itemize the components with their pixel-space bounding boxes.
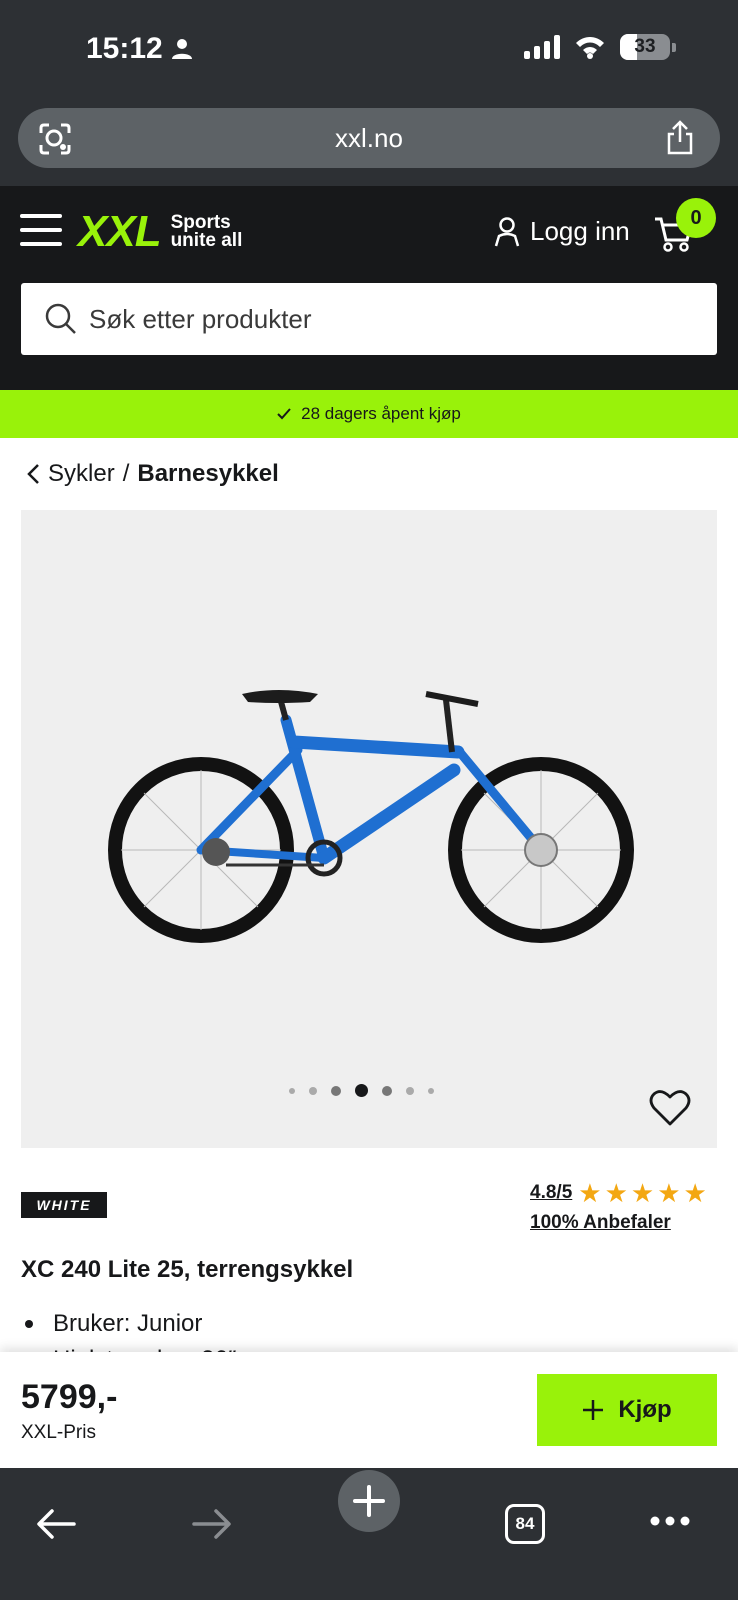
url-text: xxl.no: [335, 122, 403, 153]
brand-logo[interactable]: WHITE: [21, 1192, 107, 1218]
cellular-signal-icon: [524, 35, 560, 59]
arrow-right-icon: [192, 1509, 231, 1539]
status-time: 15:12: [86, 32, 193, 66]
wifi-icon: [576, 37, 604, 59]
product-image-gallery[interactable]: [21, 510, 717, 1148]
site-header: XXL Sports unite all Logg inn 0 Søk ette…: [0, 186, 738, 390]
price: 5799,-: [21, 1378, 118, 1416]
search-input[interactable]: Søk etter produkter: [21, 283, 717, 355]
gallery-pagination[interactable]: [289, 1084, 434, 1097]
url-bar[interactable]: xxl.no: [18, 108, 720, 168]
gallery-dot[interactable]: [382, 1085, 392, 1096]
new-tab-button[interactable]: [338, 1470, 400, 1532]
login-button[interactable]: Logg inn: [494, 216, 630, 247]
gallery-dot[interactable]: [309, 1086, 317, 1095]
promo-banner[interactable]: 28 dagers åpent kjøp: [0, 390, 738, 438]
star-icon: ★: [604, 1178, 628, 1208]
favorite-heart-icon[interactable]: [649, 1088, 691, 1128]
breadcrumb: Sykler / Barnesykkel: [26, 460, 279, 488]
search-placeholder: Søk etter produkter: [89, 303, 312, 334]
more-menu-button[interactable]: [650, 1516, 690, 1526]
buy-bar: 5799,- XXL-Pris Kjøp: [0, 1352, 738, 1468]
gallery-dot[interactable]: [331, 1085, 341, 1096]
browser-url-area: xxl.no: [0, 98, 738, 186]
star-icon: ★: [578, 1178, 602, 1208]
star-icon: ★: [657, 1178, 681, 1208]
price-label: XXL-Pris: [21, 1422, 96, 1443]
star-icon: ★: [630, 1178, 655, 1208]
menu-icon[interactable]: [20, 214, 62, 246]
chevron-left-icon[interactable]: [26, 463, 40, 485]
feature-item: Hjulstørrelse: 26″: [21, 1342, 236, 1352]
feature-item: Bruker: Junior: [21, 1306, 236, 1342]
star-icon: ★: [683, 1178, 707, 1208]
gallery-dot[interactable]: [289, 1087, 295, 1094]
cart-count-badge: 0: [676, 198, 716, 238]
share-icon[interactable]: [664, 120, 696, 156]
product-title: XC 240 Lite 25, terrengsykkel: [21, 1256, 354, 1283]
product-rating[interactable]: 4.8/5 ★ ★ ★ ★ ★ 100% Anbefaler: [530, 1180, 707, 1234]
search-icon: [45, 303, 76, 334]
breadcrumb-parent[interactable]: Sykler: [48, 460, 115, 488]
tabs-button[interactable]: 84: [505, 1504, 545, 1544]
person-icon: [171, 39, 192, 59]
bicycle-image: [108, 690, 634, 943]
arrow-left-icon: [37, 1509, 76, 1539]
browser-toolbar: 84: [0, 1468, 738, 1600]
battery-icon: 33: [620, 34, 670, 60]
status-bar: 15:12 33: [0, 0, 738, 98]
xxl-logo[interactable]: XXL Sports unite all: [78, 210, 242, 254]
gallery-dot[interactable]: [355, 1084, 368, 1097]
tab-count: 84: [505, 1504, 545, 1544]
plus-icon: [583, 1400, 604, 1420]
buy-button[interactable]: Kjøp: [537, 1374, 717, 1446]
gallery-dot[interactable]: [428, 1087, 434, 1094]
more-icon: [650, 1516, 690, 1526]
gallery-dot[interactable]: [406, 1086, 414, 1095]
product-features: Bruker: Junior Hjulstørrelse: 26″: [21, 1306, 236, 1352]
rating-score[interactable]: 4.8/5: [530, 1182, 572, 1204]
visual-search-icon[interactable]: [38, 122, 72, 156]
plus-icon: [353, 1485, 385, 1517]
recommend-percentage[interactable]: 100% Anbefaler: [530, 1212, 707, 1234]
back-button[interactable]: [34, 1502, 78, 1546]
checkmark-icon: [277, 408, 291, 420]
breadcrumb-current: Barnesykkel: [137, 460, 279, 487]
star-rating: ★ ★ ★ ★ ★: [578, 1180, 707, 1206]
forward-button[interactable]: [190, 1502, 234, 1546]
user-icon: [494, 216, 520, 246]
